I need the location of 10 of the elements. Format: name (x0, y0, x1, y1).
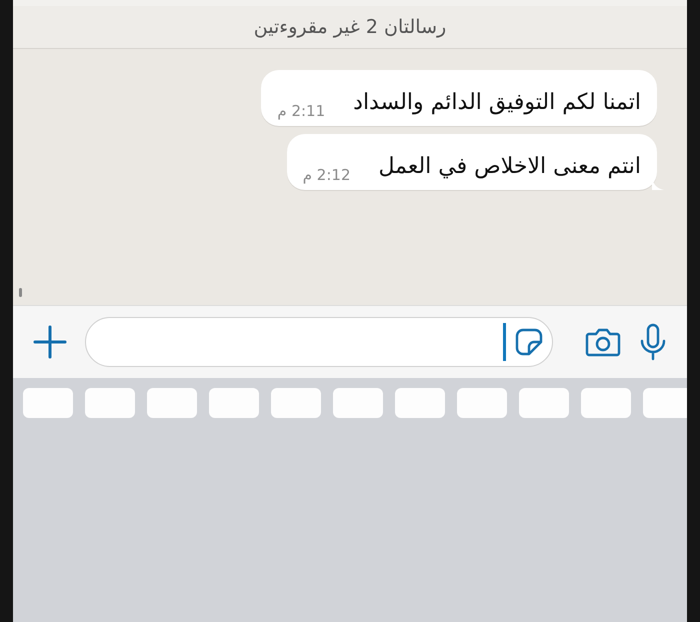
message-input-field[interactable] (85, 316, 553, 366)
unread-count-text: رسالتان 2 غير مقروءتين (254, 16, 446, 38)
microphone-icon[interactable] (639, 322, 667, 360)
add-icon[interactable] (33, 324, 67, 358)
message-text: اتمنا لكم التوفيق الدائم والسداد (353, 89, 641, 117)
message-time: 2:11 م (277, 102, 326, 120)
scrollbar-thumb (19, 288, 22, 296)
sticker-icon[interactable] (514, 326, 544, 356)
message-time: 2:12 م (302, 166, 350, 184)
message-text: انتم معنى الاخلاص في العمل (378, 153, 641, 181)
